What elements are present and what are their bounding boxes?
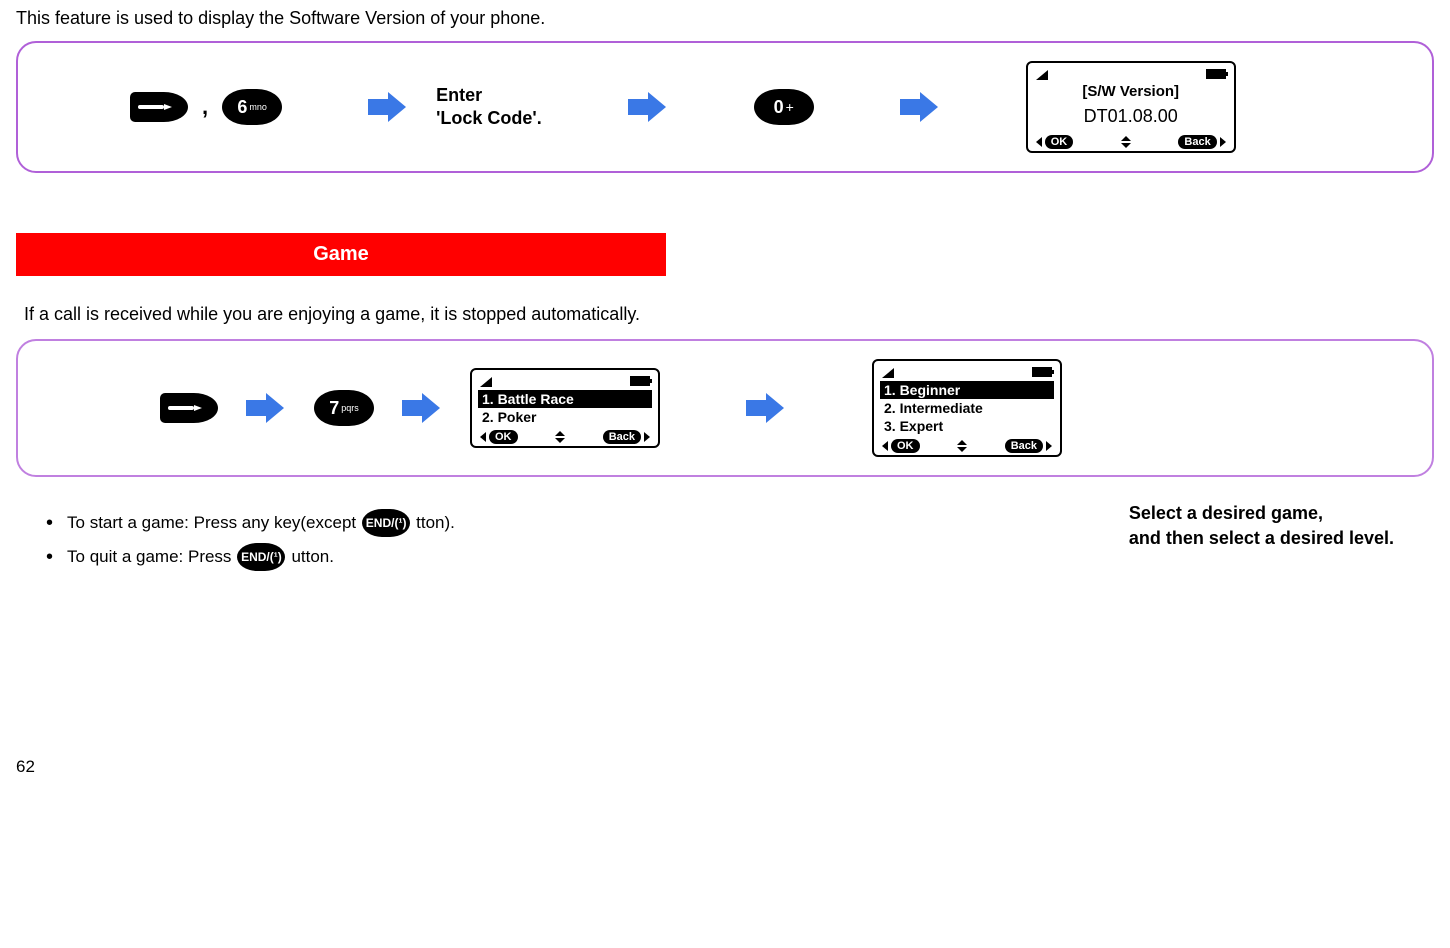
key-0-digit: 0 [774, 97, 784, 118]
arrow-icon [368, 92, 408, 122]
game-banner: Game [16, 233, 666, 276]
battery-icon [1032, 367, 1052, 377]
softkey-row: OK Back [1034, 135, 1228, 149]
softkey-back: Back [1005, 439, 1043, 453]
enter-line2: 'Lock Code'. [436, 107, 542, 130]
softkey-ok: OK [891, 439, 920, 453]
arrow-icon [628, 92, 668, 122]
comma: , [198, 94, 212, 120]
softkey-back: Back [603, 430, 641, 444]
arrow-icon [402, 393, 442, 423]
game-bullets: To start a game: Press any key(except EN… [46, 509, 455, 577]
key-6-sub: mno [249, 102, 267, 112]
intro-text: This feature is used to display the Soft… [16, 8, 1434, 29]
nav-updown-icon [553, 430, 567, 444]
arrow-icon [900, 92, 940, 122]
softkey-ok: OK [489, 430, 518, 444]
screen-value: DT01.08.00 [1034, 102, 1228, 135]
bullet-text: To start a game: Press any key(except [67, 513, 356, 533]
softkey-left-arrow-icon [1036, 137, 1042, 147]
signal-icon [1036, 68, 1050, 80]
end-key-icon: END/(¹) [362, 509, 410, 537]
softkey-ok: OK [1045, 135, 1074, 149]
menu-key-icon [130, 92, 188, 122]
softkey-row: OK Back [880, 439, 1054, 453]
bullet-text: utton. [291, 547, 334, 567]
softkey-right-arrow-icon [1046, 441, 1052, 451]
list-item: 2. Poker [478, 408, 652, 426]
key-6-digit: 6 [237, 97, 247, 118]
phone-screen-sw-version: [S/W Version] DT01.08.00 OK Back [1026, 61, 1236, 153]
list-item: 1. Beginner [880, 381, 1054, 399]
phone-screen-level-list: 1. Beginner 2. Intermediate 3. Expert OK… [872, 359, 1062, 457]
select-instruction-l2: and then select a desired level. [1129, 526, 1394, 551]
game-note: If a call is received while you are enjo… [24, 304, 1434, 325]
bullet-text: tton). [416, 513, 455, 533]
key-group-menu-6: , 6 mno [130, 89, 282, 125]
key-6: 6 mno [222, 89, 282, 125]
menu-key-icon [160, 393, 218, 423]
phone-screen-game-list: 1. Battle Race 2. Poker OK Back [470, 368, 660, 448]
key-7: 7 pqrs [314, 390, 374, 426]
flow-box-game: 7 pqrs 1. Battle Race 2. Poker OK Back 1… [16, 339, 1434, 477]
list-item: 3. Expert [880, 417, 1054, 435]
key-7-digit: 7 [329, 398, 339, 419]
signal-icon [480, 375, 494, 387]
end-key-icon: END/(¹) [237, 543, 285, 571]
select-instruction: Select a desired game, and then select a… [1129, 501, 1394, 551]
softkey-right-arrow-icon [1220, 137, 1226, 147]
softkey-back: Back [1178, 135, 1216, 149]
select-instruction-l1: Select a desired game, [1129, 501, 1394, 526]
nav-updown-icon [955, 439, 969, 453]
bullet-quit: To quit a game: Press END/(¹) utton. [46, 543, 455, 571]
key-7-sub: pqrs [341, 403, 359, 413]
screen-title: [S/W Version] [1034, 81, 1228, 102]
battery-icon [1206, 69, 1226, 79]
bullet-text: To quit a game: Press [67, 547, 231, 567]
arrow-icon [246, 393, 286, 423]
bullet-start: To start a game: Press any key(except EN… [46, 509, 455, 537]
battery-icon [630, 376, 650, 386]
softkey-left-arrow-icon [480, 432, 486, 442]
list-item: 1. Battle Race [478, 390, 652, 408]
flow-box-sw-version: , 6 mno Enter 'Lock Code'. 0 + [S/W Vers… [16, 41, 1434, 173]
nav-updown-icon [1119, 135, 1133, 149]
softkey-right-arrow-icon [644, 432, 650, 442]
key-0-sub: + [786, 99, 794, 115]
enter-line1: Enter [436, 84, 542, 107]
softkey-row: OK Back [478, 430, 652, 444]
arrow-icon [746, 393, 786, 423]
bottom-row: To start a game: Press any key(except EN… [16, 501, 1434, 577]
signal-icon [882, 366, 896, 378]
softkey-left-arrow-icon [882, 441, 888, 451]
page-number: 62 [16, 757, 1434, 777]
key-0: 0 + [754, 89, 814, 125]
list-item: 2. Intermediate [880, 399, 1054, 417]
enter-lock-code-text: Enter 'Lock Code'. [436, 84, 542, 131]
